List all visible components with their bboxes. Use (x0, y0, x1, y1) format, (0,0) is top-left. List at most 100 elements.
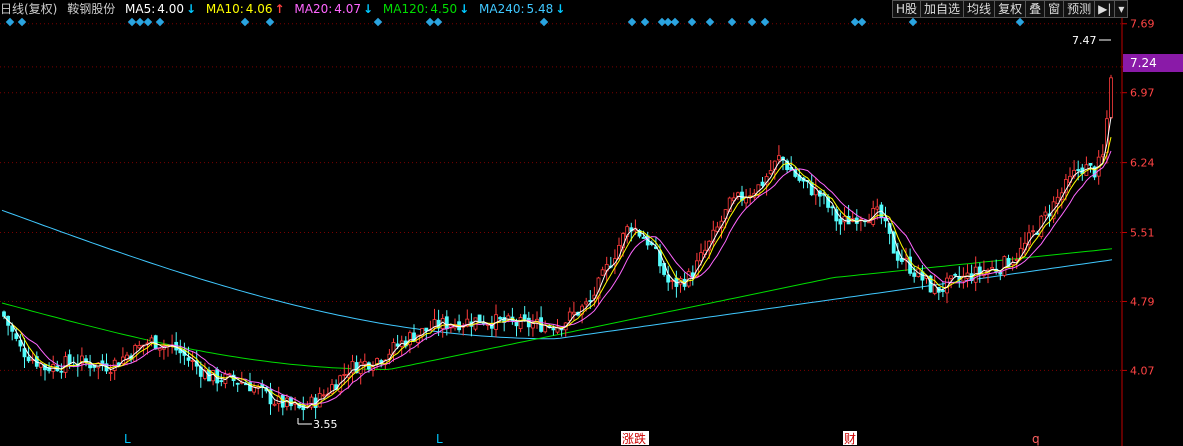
candle-body (153, 335, 158, 350)
event-diamond (857, 17, 867, 27)
low-annotation: 3.55 (297, 418, 338, 431)
candle-body (26, 356, 31, 362)
event-diamond (705, 17, 715, 27)
add-watchlist-button[interactable]: 加自选 (920, 0, 965, 18)
ma20-arrow-icon: ↓ (362, 2, 374, 16)
ma5-polyline (3, 117, 1112, 409)
candle-body (912, 272, 917, 277)
ma120-label: MA120: (382, 2, 429, 16)
candle-body (108, 372, 113, 374)
ma240-value: 5.48 (526, 2, 554, 16)
ma10-label: MA10: (205, 2, 244, 16)
candle-body (444, 316, 449, 330)
ma5-arrow-icon: ↓ (186, 2, 197, 16)
current-price-label: 7.24 (1130, 56, 1157, 70)
event-diamond (143, 17, 153, 27)
chart-toolbar: H股 加自选 均线 复权 叠 窗 预测 ▶| ▾ (892, 0, 1129, 18)
current-price-tag: 7.24 (1123, 54, 1183, 72)
ma20-line (3, 150, 1112, 406)
candle-body (830, 206, 835, 209)
candle-body (514, 321, 519, 327)
candle-body (498, 317, 503, 320)
ma20-polyline (3, 150, 1112, 406)
event-diamond (670, 17, 680, 27)
ma5-label: MA5: (125, 2, 156, 16)
ma240-arrow-icon: ↓ (555, 2, 566, 16)
candle-body (1043, 211, 1048, 216)
candle-body (321, 394, 326, 397)
high-annotation: 7.47 (1072, 34, 1111, 47)
y-tick-label: 4.79 (1130, 295, 1155, 308)
arrow-right-bar-icon[interactable]: ▶| (1094, 0, 1116, 18)
candle-body (219, 380, 224, 383)
candle-body (838, 218, 843, 225)
event-diamond (373, 17, 383, 27)
candle-body (342, 373, 347, 376)
candle-body (572, 311, 576, 315)
ma10-arrow-icon: ↑ (274, 2, 285, 16)
event-diamond (640, 17, 650, 27)
kline-chart[interactable]: 7.696.976.245.514.794.07 7.24 7.47 3.55 … (0, 0, 1183, 446)
marker-zhangdie: 涨跌 (622, 431, 646, 446)
candle-body (567, 311, 572, 321)
event-diamond (908, 17, 918, 27)
candle-body (600, 269, 605, 276)
low-price-label: 3.55 (313, 418, 338, 431)
ma20-label: MA20: (294, 2, 333, 16)
high-price-label: 7.47 (1072, 34, 1097, 47)
candle-body (63, 356, 68, 373)
ma240-label: MA240: (479, 2, 525, 16)
candle-body (1014, 259, 1019, 261)
candle-body (895, 251, 900, 261)
candle-body (190, 360, 195, 362)
candle-body (59, 370, 64, 373)
candle-body (531, 323, 535, 329)
candle-body (699, 252, 703, 262)
overlay-button[interactable]: 叠 (1025, 0, 1046, 18)
candle-body (14, 333, 19, 339)
candle-body (186, 357, 191, 361)
stock-name: 鞍钢股份 (67, 2, 116, 16)
h-share-button[interactable]: H股 (892, 0, 922, 18)
candle-body (953, 273, 958, 276)
event-diamond (425, 17, 435, 27)
indicator-header: 日线(复权) 鞍钢股份 MA5: 4.00 ↓ MA10: 4.06 ↑ MA20: 4.… (0, 0, 900, 18)
candle-body (744, 197, 748, 204)
candle-body (875, 206, 880, 210)
candle-body (1076, 169, 1081, 171)
ma120-arrow-icon: ↓ (459, 2, 470, 16)
candle-body (1031, 230, 1035, 233)
y-tick-label: 5.51 (1130, 227, 1155, 240)
event-diamond (127, 17, 137, 27)
marker-q: q (1032, 432, 1040, 446)
y-tick-label: 7.69 (1130, 18, 1155, 31)
candle-body (518, 317, 523, 330)
adjust-button[interactable]: 复权 (994, 0, 1027, 18)
candle-body (760, 181, 765, 186)
ma-line-button[interactable]: 均线 (963, 0, 996, 18)
event-diamond (687, 17, 697, 27)
candle-body (998, 271, 1003, 275)
event-diamond (727, 17, 737, 27)
marker-l-2: L (436, 432, 443, 446)
y-tick-label: 6.24 (1130, 157, 1155, 170)
event-diamond (5, 17, 15, 27)
marker-l-1: L (124, 432, 131, 446)
y-tick-label: 6.97 (1130, 87, 1155, 100)
window-button[interactable]: 窗 (1044, 0, 1065, 18)
bottom-markers: L L 涨跌 财 q (124, 431, 1040, 446)
caret-down-icon[interactable]: ▾ (1114, 0, 1129, 18)
event-diamond (155, 17, 165, 27)
candle-body (551, 328, 556, 331)
ma10-line (3, 136, 1112, 408)
candle-body (777, 155, 781, 161)
ma20-value: 4.07 (334, 2, 361, 16)
period-label: 日线(复权) (0, 2, 58, 16)
candle-body (641, 237, 646, 239)
event-diamond (433, 17, 443, 27)
candle-body (157, 348, 162, 351)
event-diamond (265, 17, 275, 27)
price-gridlines (0, 23, 1122, 371)
candle-body (362, 360, 367, 365)
predict-button[interactable]: 预测 (1063, 0, 1096, 18)
